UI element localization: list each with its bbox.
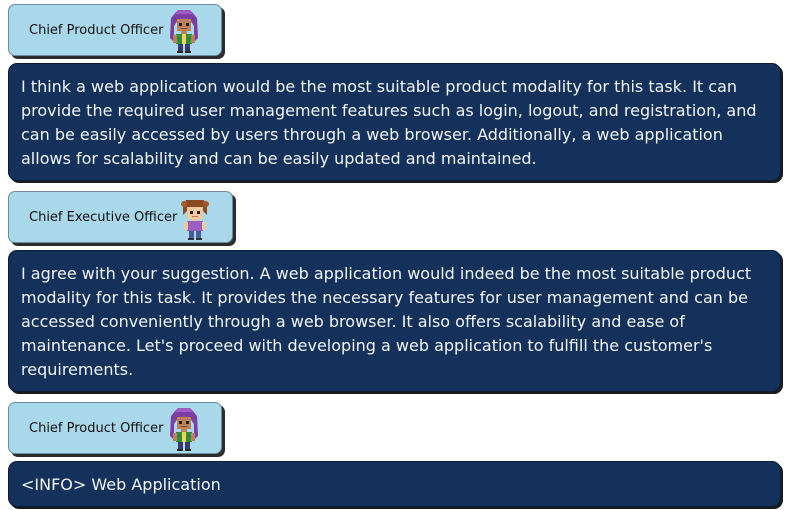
role-tag-ceo: Chief Executive Officer <box>8 191 233 243</box>
role-name: Chief Executive Officer <box>29 209 178 225</box>
message-text: <INFO> Web Application <box>21 475 221 494</box>
message-bubble: I think a web application would be the m… <box>8 63 781 181</box>
message-text: I agree with your suggestion. A web appl… <box>21 264 752 379</box>
ceo-avatar-icon <box>181 200 209 240</box>
message-bubble: I agree with your suggestion. A web appl… <box>8 250 781 392</box>
role-tag-cpo: Chief Product Officer <box>8 4 222 56</box>
cpo-avatar-icon <box>170 10 198 53</box>
role-tag-cpo: Chief Product Officer <box>8 402 222 454</box>
message-bubble: <INFO> Web Application <box>8 461 781 507</box>
role-name: Chief Product Officer <box>29 22 164 38</box>
role-name: Chief Product Officer <box>29 420 164 436</box>
message-text: I think a web application would be the m… <box>21 77 757 168</box>
cpo-avatar-icon <box>170 408 198 451</box>
